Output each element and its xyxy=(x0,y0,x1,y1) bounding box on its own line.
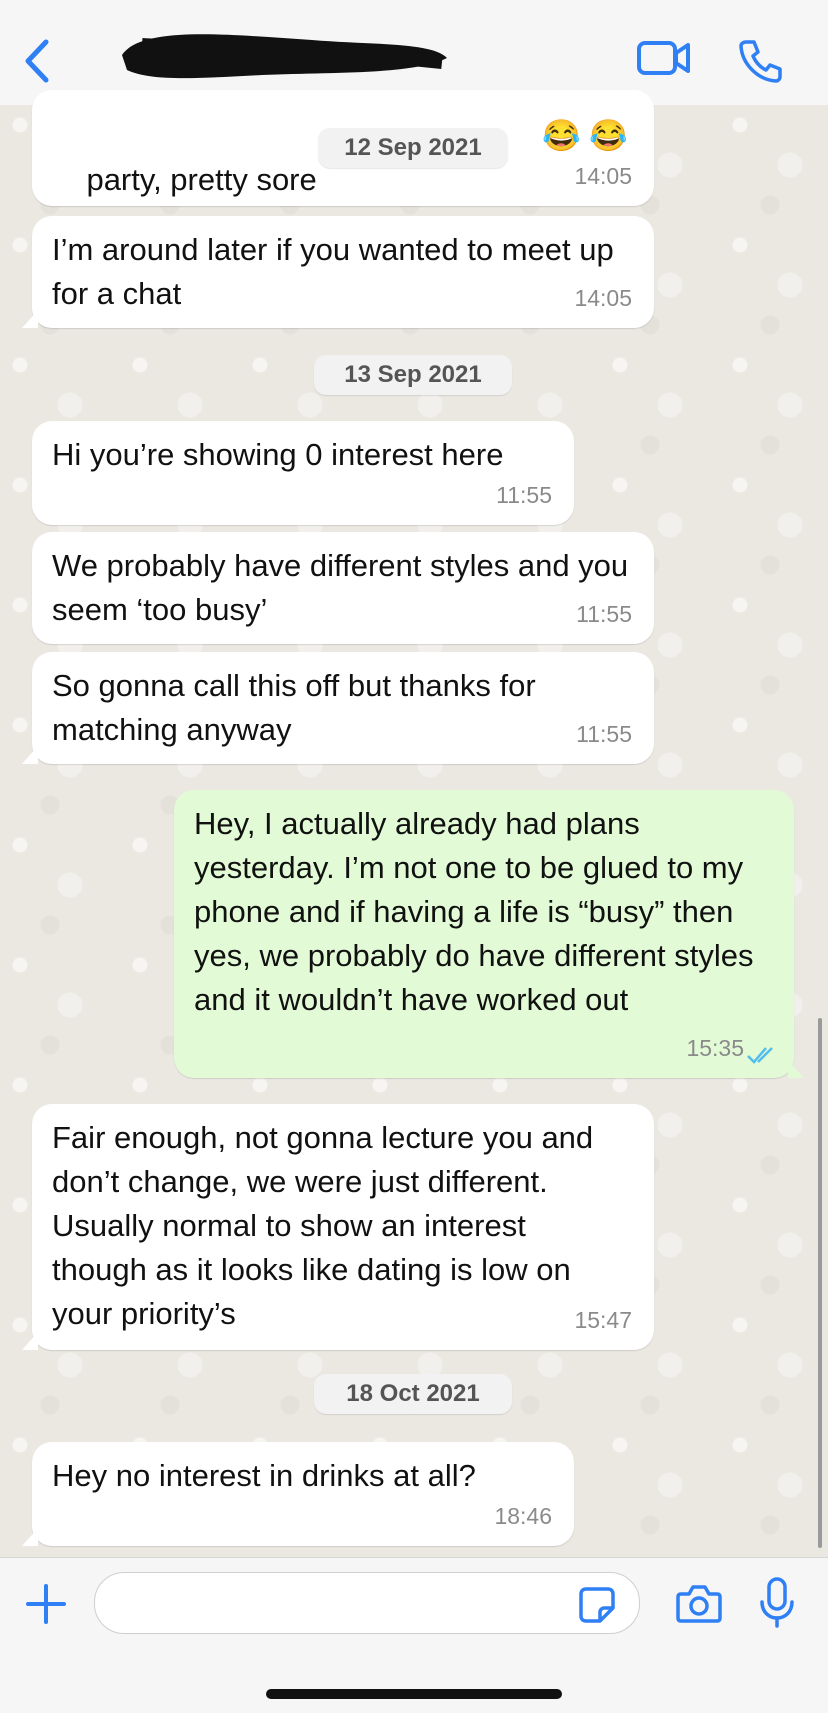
floating-date-chip: 12 Sep 2021 xyxy=(318,128,508,168)
message-text: Hey, I actually already had plans yester… xyxy=(194,806,763,1017)
message-time: 15:35 xyxy=(686,1035,744,1061)
message-time: 15:47 xyxy=(574,1307,632,1333)
camera-icon[interactable] xyxy=(676,1580,722,1626)
plus-icon[interactable] xyxy=(24,1582,68,1626)
message-time: 11:55 xyxy=(576,601,632,627)
home-indicator xyxy=(266,1689,562,1699)
message-input-bar xyxy=(0,1557,828,1713)
message-input[interactable] xyxy=(94,1572,640,1634)
message-text: So gonna call this off but thanks for ma… xyxy=(52,668,545,747)
emoji-icon: 😂 😂 xyxy=(542,118,628,153)
message-text: party, pretty sore xyxy=(86,162,326,197)
message-text: I’m around later if you wanted to meet u… xyxy=(52,232,623,311)
message-time: 11:55 xyxy=(496,482,552,508)
message-text: Fair enough, not gonna lecture you and d… xyxy=(52,1120,602,1331)
message-bubble-outgoing[interactable]: Hey, I actually already had plans yester… xyxy=(174,790,804,1078)
microphone-icon[interactable] xyxy=(758,1576,796,1628)
phone-icon[interactable] xyxy=(736,36,784,84)
message-text: We probably have different styles and yo… xyxy=(52,548,637,627)
message-time: 14:05 xyxy=(574,285,632,311)
message-bubble-incoming[interactable]: So gonna call this off but thanks for ma… xyxy=(22,652,654,764)
scrollbar[interactable] xyxy=(818,1018,822,1548)
message-text: Hi you’re showing 0 interest here xyxy=(52,437,504,472)
back-chevron-icon[interactable] xyxy=(22,38,52,84)
message-text: Hey no interest in drinks at all? xyxy=(52,1458,476,1493)
sticker-icon[interactable] xyxy=(578,1586,616,1624)
date-chip: 13 Sep 2021 xyxy=(314,355,512,395)
message-bubble-incoming[interactable]: Fair enough, not gonna lecture you and d… xyxy=(22,1104,654,1350)
date-chip: 18 Oct 2021 xyxy=(314,1374,512,1414)
message-bubble-incoming[interactable]: I’m around later if you wanted to meet u… xyxy=(22,216,654,328)
redacted-contact-name[interactable] xyxy=(112,20,452,90)
message-bubble-incoming[interactable]: Hey no interest in drinks at all? 18:46 xyxy=(22,1442,574,1546)
message-time: 11:55 xyxy=(576,721,632,747)
read-receipt-icon xyxy=(747,1047,773,1064)
message-bubble-incoming[interactable]: Hi you’re showing 0 interest here 11:55 xyxy=(32,421,574,525)
message-time: 18:46 xyxy=(494,1503,552,1529)
message-time: 14:05 xyxy=(574,163,632,189)
video-camera-icon[interactable] xyxy=(636,38,692,78)
message-bubble-incoming[interactable]: We probably have different styles and yo… xyxy=(32,532,654,644)
